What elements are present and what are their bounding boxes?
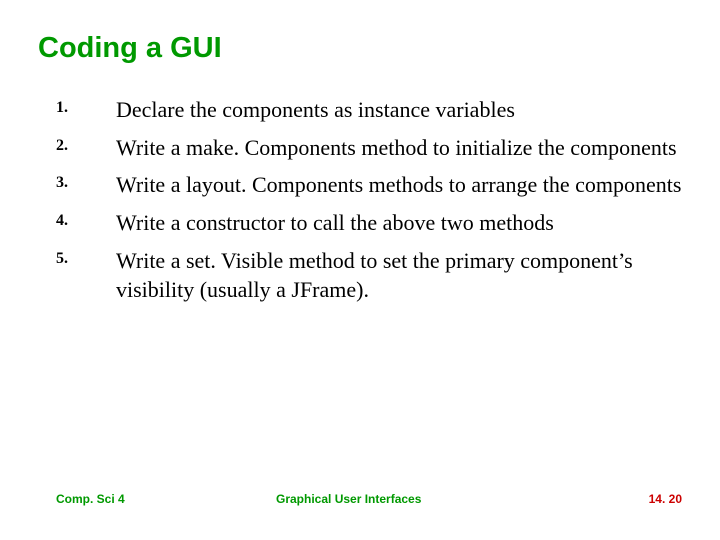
- list-number: 2.: [56, 133, 116, 155]
- numbered-list: 1. Declare the components as instance va…: [38, 95, 682, 305]
- list-item: 5. Write a set. Visible method to set th…: [56, 246, 682, 305]
- list-number: 5.: [56, 246, 116, 268]
- slide-footer: Comp. Sci 4 Graphical User Interfaces 14…: [0, 492, 720, 506]
- list-number: 1.: [56, 95, 116, 117]
- footer-topic: Graphical User Interfaces: [276, 492, 622, 506]
- list-text: Write a set. Visible method to set the p…: [116, 246, 682, 305]
- list-text: Write a make. Components method to initi…: [116, 133, 682, 163]
- list-number: 3.: [56, 170, 116, 192]
- list-item: 2. Write a make. Components method to in…: [56, 133, 682, 163]
- list-text: Write a layout. Components methods to ar…: [116, 170, 682, 200]
- list-item: 4. Write a constructor to call the above…: [56, 208, 682, 238]
- slide: Coding a GUI 1. Declare the components a…: [0, 0, 720, 540]
- list-item: 1. Declare the components as instance va…: [56, 95, 682, 125]
- list-number: 4.: [56, 208, 116, 230]
- list-text: Write a constructor to call the above tw…: [116, 208, 682, 238]
- list-item: 3. Write a layout. Components methods to…: [56, 170, 682, 200]
- list-text: Declare the components as instance varia…: [116, 95, 682, 125]
- footer-course: Comp. Sci 4: [56, 492, 276, 506]
- slide-title: Coding a GUI: [38, 32, 682, 65]
- footer-page-number: 14. 20: [622, 492, 682, 506]
